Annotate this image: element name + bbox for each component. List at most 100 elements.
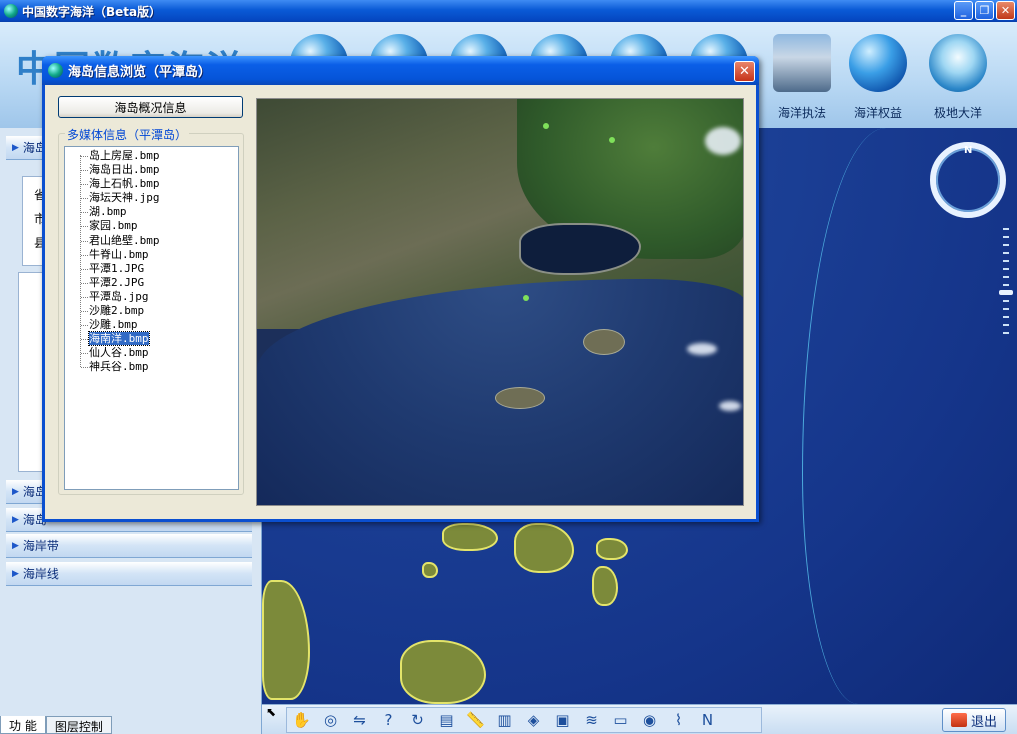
file-name: 神兵谷.bmp [89, 360, 149, 374]
measure-icon[interactable]: 📏 [461, 708, 490, 732]
photo-location-pin [523, 295, 529, 301]
window-controls: _ ❐ ✕ [954, 1, 1015, 20]
file-name: 君山绝壁.bmp [89, 233, 160, 247]
file-name: 海坛天神.jpg [89, 191, 160, 205]
nav-label: 海洋权益 [853, 106, 902, 120]
exit-door-icon [950, 713, 967, 727]
panel-row-coastal-zone[interactable]: ▶ 海岸带 [6, 534, 252, 558]
expand-arrow-icon: ▶ [12, 514, 19, 525]
ocean-globe-icon [849, 34, 907, 92]
photo-islet [583, 329, 625, 355]
minimize-button[interactable]: _ [954, 1, 973, 20]
sea-boundary-line [802, 128, 942, 704]
file-list-item[interactable]: 仙人谷.bmp [65, 346, 238, 360]
file-list-item[interactable]: 海岛日出.bmp [65, 163, 238, 177]
expand-arrow-icon: ▶ [12, 486, 19, 497]
nav-polar-ocean[interactable]: 极地大洋 [922, 34, 994, 121]
file-list-item[interactable]: 海南洋.bmp [65, 331, 238, 347]
map-island[interactable] [514, 523, 574, 573]
profile-icon[interactable]: ⌇ [664, 708, 693, 732]
refresh-icon[interactable]: ↻ [403, 708, 432, 732]
tab-functions[interactable]: 功 能 [0, 716, 46, 734]
file-list-item[interactable]: 岛上房屋.bmp [65, 149, 238, 163]
window-titlebar[interactable]: 中国数字海洋（Beta版） _ ❐ ✕ [0, 0, 1017, 22]
terrain-icon[interactable]: ≋ [577, 708, 606, 732]
map-island[interactable] [592, 566, 618, 606]
file-name: 岛上房屋.bmp [89, 149, 160, 162]
multimedia-file-list[interactable]: 岛上房屋.bmp 海岛日出.bmp 海上石帆.bmp 海坛天神.jpg 湖.bmp 家园.… [64, 146, 239, 490]
layer-icon[interactable]: ▤ [432, 708, 461, 732]
file-name: 平潭岛.jpg [89, 289, 149, 303]
building-icon[interactable]: ▥ [490, 708, 519, 732]
locate-icon[interactable]: ◈ [519, 708, 548, 732]
file-name: 平潭2.JPG [89, 275, 145, 289]
dialog-title: 海岛信息浏览（平潭岛） [68, 65, 212, 80]
expand-arrow-icon: ▶ [12, 142, 19, 153]
tab-layer-control[interactable]: 图层控制 [45, 716, 112, 734]
panel-row-label: 海岸带 [22, 539, 59, 553]
photo-cloud [687, 343, 717, 355]
photo-location-pin [543, 123, 549, 129]
north-icon[interactable]: N [693, 708, 722, 732]
expand-arrow-icon: ▶ [12, 540, 19, 551]
island-info-dialog: 海岛信息浏览（平潭岛） ✕ 海岛概况信息 多媒体信息（平潭岛） 岛上房屋.bmp… [42, 56, 759, 522]
bottom-tabs: 功 能 图层控制 [0, 716, 112, 734]
view-icon[interactable]: ◉ [635, 708, 664, 732]
file-list-item[interactable]: 平潭1.JPG [65, 261, 238, 276]
polar-globe-icon [929, 34, 987, 92]
rotate-globe-icon[interactable]: ◎ [316, 708, 345, 732]
file-list-item[interactable]: 沙雕.bmp [65, 318, 238, 332]
maximize-button[interactable]: ❐ [975, 1, 994, 20]
photo-islet [495, 387, 545, 409]
nav-label: 海洋执法 [777, 106, 826, 120]
zoom-slider-handle[interactable] [999, 290, 1013, 295]
zoom-slider-track[interactable] [1003, 228, 1009, 338]
file-list-item[interactable]: 平潭岛.jpg [65, 289, 238, 304]
close-button[interactable]: ✕ [996, 1, 1015, 20]
map-island[interactable] [596, 538, 628, 560]
map-island[interactable] [262, 580, 310, 700]
nav-maritime-rights[interactable]: 海洋权益 [842, 34, 914, 121]
file-list-item[interactable]: 海坛天神.jpg [65, 191, 238, 205]
island-summary-button[interactable]: 海岛概况信息 [58, 96, 243, 118]
app-globe-icon [4, 4, 18, 18]
dialog-titlebar[interactable]: 海岛信息浏览（平潭岛） ✕ [42, 56, 759, 85]
panel-row-coastline[interactable]: ▶ 海岸线 [6, 562, 252, 586]
file-name: 沙雕.bmp [89, 318, 138, 332]
multimedia-group-label: 多媒体信息（平潭岛） [65, 126, 190, 143]
tilt-icon[interactable]: ⇋ [345, 708, 374, 732]
map-island[interactable] [422, 562, 438, 578]
file-name: 沙雕2.bmp [89, 304, 145, 318]
file-list-item[interactable]: 沙雕2.bmp [65, 304, 238, 318]
file-list-item[interactable]: 君山绝壁.bmp [65, 233, 238, 248]
file-list-item[interactable]: 神兵谷.bmp [65, 360, 238, 374]
file-name: 海岛日出.bmp [89, 163, 160, 177]
corner-arrow-icon[interactable]: ⬉ [266, 705, 276, 719]
file-name: 家园.bmp [89, 219, 138, 233]
nav-marine-law-enforcement[interactable]: 海洋执法 [766, 34, 838, 121]
map-island[interactable] [400, 640, 486, 704]
tool-icons: ✋ ◎ ⇋ ? ↻ ▤ 📏 ▥ ◈ ▣ ≋ ▭ ◉ ⌇ N [286, 707, 762, 733]
screenshot-icon[interactable]: ▣ [548, 708, 577, 732]
file-list-item[interactable]: 平潭2.JPG [65, 275, 238, 290]
file-name: 海南洋.bmp [88, 331, 150, 347]
police-officers-icon [773, 34, 831, 92]
scale-icon[interactable]: ▭ [606, 708, 635, 732]
dialog-close-button[interactable]: ✕ [734, 61, 755, 82]
file-list-item[interactable]: 牛脊山.bmp [65, 248, 238, 262]
exit-button[interactable]: 退出 [942, 708, 1006, 732]
photo-location-pin [609, 137, 615, 143]
map-island[interactable] [442, 523, 498, 551]
file-list-item[interactable]: 湖.bmp [65, 205, 238, 219]
file-list-item[interactable]: 海上石帆.bmp [65, 177, 238, 191]
window-title: 中国数字海洋（Beta版） [22, 4, 162, 19]
file-name: 仙人谷.bmp [89, 346, 149, 360]
pan-hand-icon[interactable]: ✋ [287, 708, 316, 732]
map-toolbar: ⬉ ✋ ◎ ⇋ ? ↻ ▤ 📏 ▥ ◈ ▣ ≋ ▭ ◉ ⌇ N 退出 [262, 704, 1017, 734]
app-window: 中国数字海洋（Beta版） _ ❐ ✕ 中国数字海洋 海洋执法 海洋权益 极地大… [0, 0, 1017, 734]
query-icon[interactable]: ? [374, 708, 403, 732]
nav-label: 极地大洋 [933, 106, 982, 120]
compass-control[interactable]: N [930, 142, 1006, 218]
file-list-item[interactable]: 家园.bmp [65, 219, 238, 233]
file-name: 平潭1.JPG [89, 261, 145, 275]
